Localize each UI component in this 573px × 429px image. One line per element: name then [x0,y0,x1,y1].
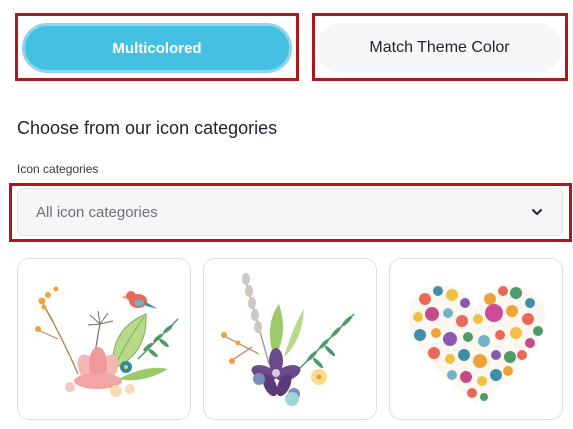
select-value: All icon categories [36,203,158,221]
icon-card-floral-bird[interactable] [17,258,191,420]
icon-card-wildflower[interactable] [203,258,377,420]
wildflower-illustration [221,273,355,406]
multicolored-button[interactable]: Multicolored [22,23,292,73]
match-theme-color-button[interactable]: Match Theme Color [317,23,562,73]
icon-categories-select[interactable]: All icon categories [17,188,563,236]
icon-categories-label: Icon categories [17,162,99,176]
section-heading: Choose from our icon categories [17,118,278,138]
flower-heart-illustration [408,285,546,404]
chevron-down-icon [532,209,542,215]
icon-card-flower-heart[interactable] [389,258,563,420]
floral-bird-illustration [35,286,179,397]
